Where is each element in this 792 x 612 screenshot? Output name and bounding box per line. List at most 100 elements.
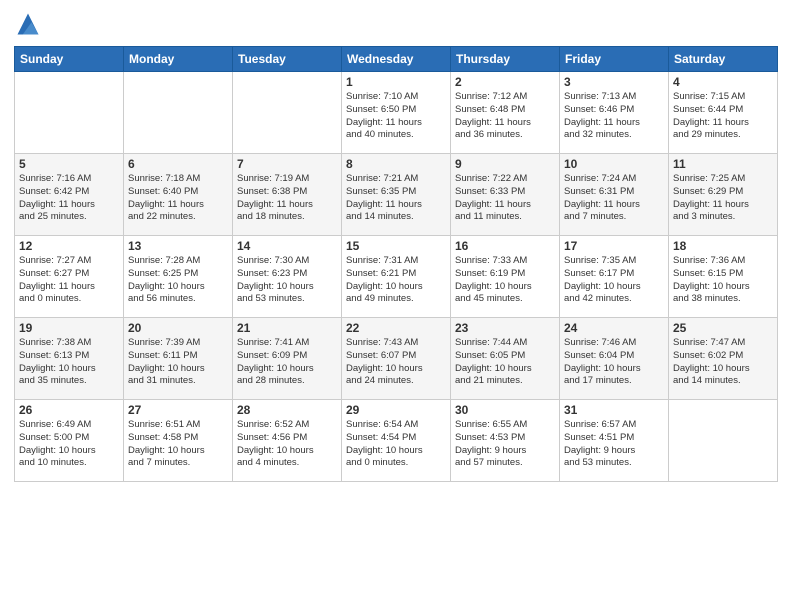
calendar-cell: 17 Sunrise: 7:35 AM Sunset: 6:17 PM Dayli…	[560, 236, 669, 318]
day-info: Sunrise: 7:44 AM Sunset: 6:05 PM Dayligh…	[455, 337, 555, 388]
calendar-cell: 20Sunrise: 7:39 AM Sunset: 6:11 PM Dayli…	[124, 318, 233, 400]
day-number: 30	[455, 403, 555, 417]
day-number: 24	[564, 321, 664, 335]
day-number: 31	[564, 403, 664, 417]
header	[14, 10, 778, 38]
day-number: 17	[564, 239, 664, 253]
day-info: Sunrise: 7:46 AM Sunset: 6:04 PM Dayligh…	[564, 337, 664, 388]
day-number: 7	[237, 157, 337, 171]
calendar-cell	[124, 72, 233, 154]
day-info: Sunrise: 7:13 AM Sunset: 6:46 PM Dayligh…	[564, 91, 664, 142]
day-info: Sunrise: 7:24 AM Sunset: 6:31 PM Dayligh…	[564, 173, 664, 224]
day-number: 3	[564, 75, 664, 89]
day-number: 13	[128, 239, 228, 253]
day-number: 8	[346, 157, 446, 171]
calendar-week-2: 5 Sunrise: 7:16 AM Sunset: 6:42 PM Daylig…	[15, 154, 778, 236]
calendar-header-tuesday: Tuesday	[233, 47, 342, 72]
calendar-cell: 5 Sunrise: 7:16 AM Sunset: 6:42 PM Daylig…	[15, 154, 124, 236]
day-info: Sunrise: 7:33 AM Sunset: 6:19 PM Dayligh…	[455, 255, 555, 306]
calendar-cell: 9Sunrise: 7:22 AM Sunset: 6:33 PM Daylig…	[451, 154, 560, 236]
day-number: 22	[346, 321, 446, 335]
day-info: Sunrise: 7:43 AM Sunset: 6:07 PM Dayligh…	[346, 337, 446, 388]
day-number: 29	[346, 403, 446, 417]
calendar-cell: 6Sunrise: 7:18 AM Sunset: 6:40 PM Daylig…	[124, 154, 233, 236]
calendar-header-saturday: Saturday	[669, 47, 778, 72]
day-info: Sunrise: 7:25 AM Sunset: 6:29 PM Dayligh…	[673, 173, 773, 224]
calendar-cell: 3 Sunrise: 7:13 AM Sunset: 6:46 PM Daylig…	[560, 72, 669, 154]
day-number: 19	[19, 321, 119, 335]
calendar-header-sunday: Sunday	[15, 47, 124, 72]
calendar-week-5: 26Sunrise: 6:49 AM Sunset: 5:00 PM Dayli…	[15, 400, 778, 482]
calendar-cell	[15, 72, 124, 154]
day-number: 16	[455, 239, 555, 253]
calendar-cell: 24 Sunrise: 7:46 AM Sunset: 6:04 PM Dayli…	[560, 318, 669, 400]
calendar-cell: 29 Sunrise: 6:54 AM Sunset: 4:54 PM Dayli…	[342, 400, 451, 482]
day-info: Sunrise: 7:12 AM Sunset: 6:48 PM Dayligh…	[455, 91, 555, 142]
calendar-header-friday: Friday	[560, 47, 669, 72]
day-number: 15	[346, 239, 446, 253]
day-number: 28	[237, 403, 337, 417]
day-number: 4	[673, 75, 773, 89]
calendar-cell: 18 Sunrise: 7:36 AM Sunset: 6:15 PM Dayli…	[669, 236, 778, 318]
day-info: Sunrise: 7:38 AM Sunset: 6:13 PM Dayligh…	[19, 337, 119, 388]
day-number: 18	[673, 239, 773, 253]
calendar-week-3: 12 Sunrise: 7:27 AM Sunset: 6:27 PM Dayli…	[15, 236, 778, 318]
calendar-cell: 7 Sunrise: 7:19 AM Sunset: 6:38 PM Daylig…	[233, 154, 342, 236]
calendar-cell: 28 Sunrise: 6:52 AM Sunset: 4:56 PM Dayli…	[233, 400, 342, 482]
day-info: Sunrise: 7:27 AM Sunset: 6:27 PM Dayligh…	[19, 255, 119, 306]
day-info: Sunrise: 7:10 AM Sunset: 6:50 PM Dayligh…	[346, 91, 446, 142]
day-info: Sunrise: 7:39 AM Sunset: 6:11 PM Dayligh…	[128, 337, 228, 388]
day-info: Sunrise: 7:22 AM Sunset: 6:33 PM Dayligh…	[455, 173, 555, 224]
calendar-cell: 14Sunrise: 7:30 AM Sunset: 6:23 PM Dayli…	[233, 236, 342, 318]
day-info: Sunrise: 7:36 AM Sunset: 6:15 PM Dayligh…	[673, 255, 773, 306]
day-info: Sunrise: 7:41 AM Sunset: 6:09 PM Dayligh…	[237, 337, 337, 388]
calendar-cell: 15Sunrise: 7:31 AM Sunset: 6:21 PM Dayli…	[342, 236, 451, 318]
calendar-header-wednesday: Wednesday	[342, 47, 451, 72]
calendar-cell: 8 Sunrise: 7:21 AM Sunset: 6:35 PM Daylig…	[342, 154, 451, 236]
day-info: Sunrise: 7:28 AM Sunset: 6:25 PM Dayligh…	[128, 255, 228, 306]
day-number: 11	[673, 157, 773, 171]
day-info: Sunrise: 7:15 AM Sunset: 6:44 PM Dayligh…	[673, 91, 773, 142]
calendar-cell: 26Sunrise: 6:49 AM Sunset: 5:00 PM Dayli…	[15, 400, 124, 482]
day-info: Sunrise: 6:49 AM Sunset: 5:00 PM Dayligh…	[19, 419, 119, 470]
calendar-cell	[669, 400, 778, 482]
page: SundayMondayTuesdayWednesdayThursdayFrid…	[0, 0, 792, 612]
day-info: Sunrise: 6:51 AM Sunset: 4:58 PM Dayligh…	[128, 419, 228, 470]
day-info: Sunrise: 6:57 AM Sunset: 4:51 PM Dayligh…	[564, 419, 664, 470]
calendar-cell: 10 Sunrise: 7:24 AM Sunset: 6:31 PM Dayli…	[560, 154, 669, 236]
day-info: Sunrise: 6:52 AM Sunset: 4:56 PM Dayligh…	[237, 419, 337, 470]
calendar-cell: 12 Sunrise: 7:27 AM Sunset: 6:27 PM Dayli…	[15, 236, 124, 318]
day-info: Sunrise: 7:35 AM Sunset: 6:17 PM Dayligh…	[564, 255, 664, 306]
calendar-cell: 27 Sunrise: 6:51 AM Sunset: 4:58 PM Dayli…	[124, 400, 233, 482]
calendar-cell: 13 Sunrise: 7:28 AM Sunset: 6:25 PM Dayli…	[124, 236, 233, 318]
day-number: 2	[455, 75, 555, 89]
day-number: 6	[128, 157, 228, 171]
day-info: Sunrise: 6:55 AM Sunset: 4:53 PM Dayligh…	[455, 419, 555, 470]
day-number: 27	[128, 403, 228, 417]
calendar-week-4: 19 Sunrise: 7:38 AM Sunset: 6:13 PM Dayli…	[15, 318, 778, 400]
day-info: Sunrise: 7:21 AM Sunset: 6:35 PM Dayligh…	[346, 173, 446, 224]
calendar-cell: 11 Sunrise: 7:25 AM Sunset: 6:29 PM Dayli…	[669, 154, 778, 236]
calendar-table: SundayMondayTuesdayWednesdayThursdayFrid…	[14, 46, 778, 482]
day-number: 21	[237, 321, 337, 335]
calendar-header-monday: Monday	[124, 47, 233, 72]
calendar-cell	[233, 72, 342, 154]
day-info: Sunrise: 6:54 AM Sunset: 4:54 PM Dayligh…	[346, 419, 446, 470]
calendar-week-1: 1Sunrise: 7:10 AM Sunset: 6:50 PM Daylig…	[15, 72, 778, 154]
calendar-header-thursday: Thursday	[451, 47, 560, 72]
day-info: Sunrise: 7:19 AM Sunset: 6:38 PM Dayligh…	[237, 173, 337, 224]
calendar-cell: 19 Sunrise: 7:38 AM Sunset: 6:13 PM Dayli…	[15, 318, 124, 400]
day-number: 12	[19, 239, 119, 253]
day-number: 5	[19, 157, 119, 171]
calendar-cell: 2 Sunrise: 7:12 AM Sunset: 6:48 PM Daylig…	[451, 72, 560, 154]
day-number: 10	[564, 157, 664, 171]
calendar-cell: 1Sunrise: 7:10 AM Sunset: 6:50 PM Daylig…	[342, 72, 451, 154]
calendar-header-row: SundayMondayTuesdayWednesdayThursdayFrid…	[15, 47, 778, 72]
day-number: 25	[673, 321, 773, 335]
day-number: 23	[455, 321, 555, 335]
calendar-cell: 22 Sunrise: 7:43 AM Sunset: 6:07 PM Dayli…	[342, 318, 451, 400]
logo-icon	[14, 10, 42, 38]
day-info: Sunrise: 7:30 AM Sunset: 6:23 PM Dayligh…	[237, 255, 337, 306]
day-info: Sunrise: 7:16 AM Sunset: 6:42 PM Dayligh…	[19, 173, 119, 224]
calendar-cell: 4 Sunrise: 7:15 AM Sunset: 6:44 PM Daylig…	[669, 72, 778, 154]
